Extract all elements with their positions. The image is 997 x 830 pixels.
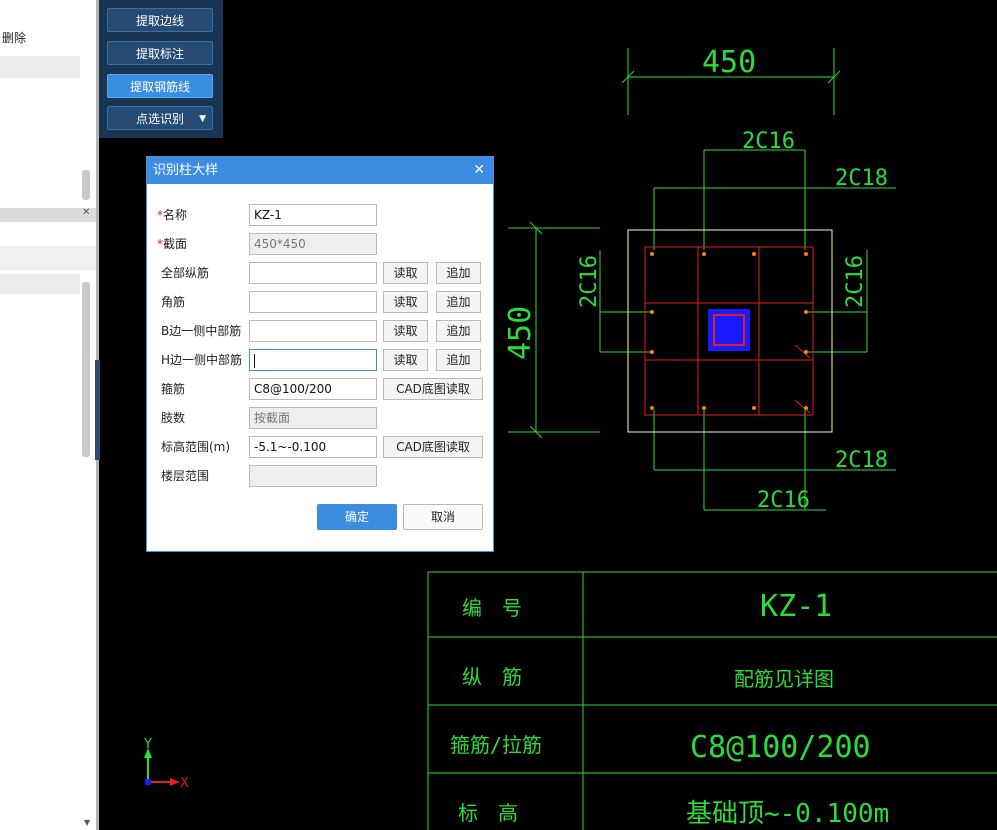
- rebar-left-text: 2C16: [577, 255, 602, 308]
- rebar-top-right-text: 2C18: [835, 166, 888, 191]
- legs-label: 肢数: [161, 411, 186, 425]
- elevation-label: 标高范围(m): [161, 440, 231, 454]
- table-label-number: 编 号: [462, 596, 522, 620]
- b-side-rebar-label: B边一侧中部筋: [161, 324, 242, 338]
- corner-rebar-read-button[interactable]: 读取: [383, 291, 428, 313]
- legs-field: 按截面: [249, 407, 377, 429]
- axis-indicator: [144, 748, 180, 786]
- h-side-append-button[interactable]: 追加: [436, 349, 481, 371]
- elevation-field[interactable]: -5.1~-0.100: [249, 436, 377, 458]
- dialog-title-bar[interactable]: 识别柱大样 ✕: [147, 157, 493, 184]
- stirrup-label: 箍筋: [161, 382, 186, 396]
- dialog-body: *名称 KZ-1 *截面 450*450 全部纵筋 读取 追加 角筋 读取 追加…: [147, 184, 493, 551]
- h-side-read-button[interactable]: 读取: [383, 349, 428, 371]
- floor-range-label: 楼层范围: [161, 469, 210, 483]
- all-rebar-append-button[interactable]: 追加: [436, 262, 481, 284]
- all-rebar-read-button[interactable]: 读取: [383, 262, 428, 284]
- stirrup-field[interactable]: C8@100/200: [249, 378, 377, 400]
- stirrup-cad-read-button[interactable]: CAD底图读取: [383, 378, 483, 400]
- table-label-rebar: 纵 筋: [462, 665, 522, 689]
- table-label-stirrup: 箍筋/拉筋: [450, 733, 542, 757]
- elevation-cad-read-button[interactable]: CAD底图读取: [383, 436, 483, 458]
- dim-top-text: 450: [702, 45, 756, 80]
- table-value-number: KZ-1: [760, 589, 832, 624]
- rebar-right-text: 2C16: [843, 255, 868, 308]
- b-side-read-button[interactable]: 读取: [383, 320, 428, 342]
- section-label: *截面: [157, 237, 188, 251]
- axis-y-label: Y: [143, 737, 152, 752]
- cancel-button[interactable]: 取消: [403, 504, 483, 530]
- table-value-stirrup: C8@100/200: [690, 730, 871, 765]
- dialog-title: 识别柱大样: [153, 163, 219, 178]
- table-label-elevation: 标 高: [458, 801, 518, 825]
- dim-left-text: 450: [503, 306, 538, 360]
- b-side-rebar-field[interactable]: [249, 320, 377, 342]
- table-value-rebar: 配筋见详图: [734, 667, 834, 691]
- h-side-rebar-label: H边一侧中部筋: [161, 353, 243, 367]
- table-value-elevation: 基础顶~-0.100m: [686, 799, 889, 829]
- rebar-top-text: 2C16: [742, 129, 795, 154]
- axis-x-label: X: [180, 776, 189, 791]
- all-rebar-field[interactable]: [249, 262, 377, 284]
- floor-range-field: [249, 465, 377, 487]
- close-icon[interactable]: ✕: [473, 157, 485, 184]
- corner-rebar-field[interactable]: [249, 291, 377, 313]
- rebar-bottom-right-text: 2C18: [835, 448, 888, 473]
- name-label: *名称: [157, 208, 188, 222]
- rebar-bottom-text: 2C16: [757, 488, 810, 513]
- corner-rebar-label: 角筋: [161, 295, 186, 309]
- text-caret: [254, 353, 255, 368]
- identify-column-dialog: 识别柱大样 ✕ *名称 KZ-1 *截面 450*450 全部纵筋 读取 追加 …: [146, 156, 494, 552]
- all-rebar-label: 全部纵筋: [161, 266, 210, 280]
- name-field[interactable]: KZ-1: [249, 204, 377, 226]
- corner-rebar-append-button[interactable]: 追加: [436, 291, 481, 313]
- b-side-append-button[interactable]: 追加: [436, 320, 481, 342]
- section-field: 450*450: [249, 233, 377, 255]
- h-side-rebar-field[interactable]: [249, 349, 377, 371]
- ok-button[interactable]: 确定: [317, 504, 397, 530]
